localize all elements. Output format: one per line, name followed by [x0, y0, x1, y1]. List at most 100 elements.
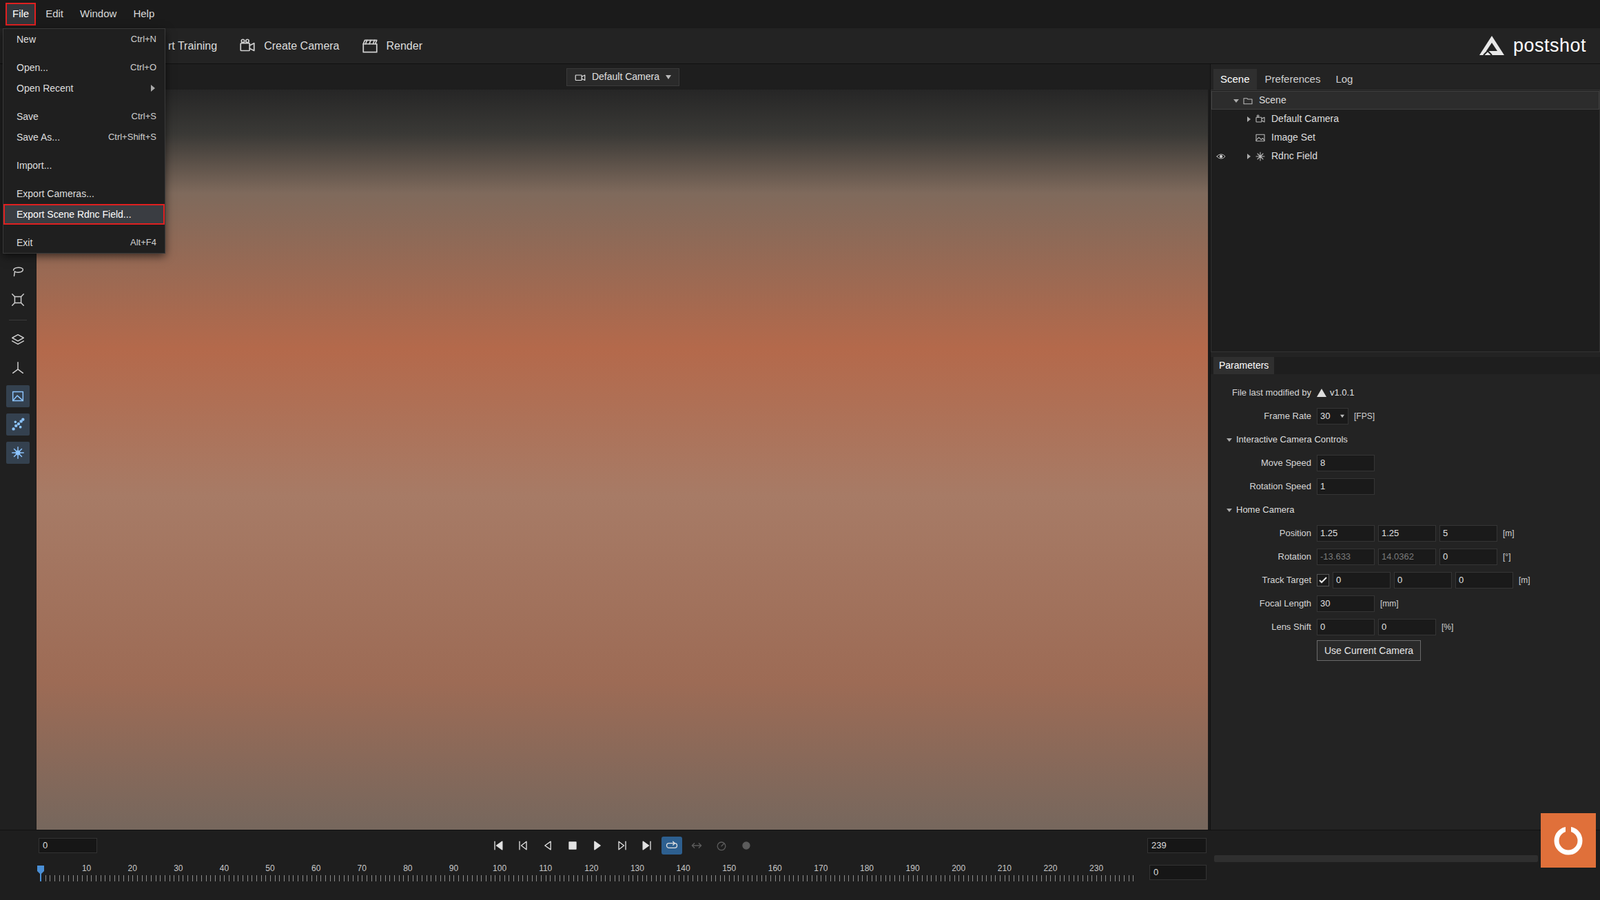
ruler-label: 130 [630, 862, 645, 875]
menu-item-frame: Help [126, 2, 162, 26]
number-field[interactable]: 0 [1455, 571, 1514, 589]
file-menu: NewCtrl+N Open...Ctrl+O Open Recent SaveCtr… [2, 28, 166, 254]
menu-item[interactable]: Edit [39, 4, 69, 25]
menu-entry-label: Open Recent [16, 81, 74, 96]
tool-button[interactable] [6, 356, 30, 379]
frame-field[interactable]: 0 [1149, 864, 1207, 880]
tree-row[interactable]: Image Set [1211, 128, 1600, 147]
number-field[interactable]: 0 [1393, 571, 1452, 589]
field-icon [1254, 150, 1269, 163]
number-field[interactable]: 0 [1378, 618, 1437, 636]
frame-rate-select[interactable]: 30 [1316, 407, 1349, 425]
tool-button[interactable] [6, 441, 30, 464]
number-field[interactable]: 1 [1316, 478, 1375, 495]
current-frame-field[interactable]: 0 [38, 837, 98, 854]
toolbar-button[interactable]: Render [359, 36, 423, 56]
ruler-label: 160 [768, 862, 783, 875]
tree-label: Image Set [1271, 130, 1316, 145]
number-field[interactable]: 0 [1439, 548, 1498, 566]
use-current-camera-button[interactable]: Use Current Camera [1316, 640, 1421, 661]
menu-entry[interactable]: ExitAlt+F4 [4, 233, 164, 252]
transport-button[interactable] [587, 836, 608, 855]
expanded-arrow-icon[interactable] [1232, 97, 1240, 105]
menu-entry[interactable]: Open...Ctrl+O [4, 58, 164, 77]
number-field[interactable]: 0 [1316, 618, 1375, 636]
tool-button[interactable] [6, 288, 30, 311]
transport-controls [97, 836, 1148, 855]
tree-row[interactable]: Default Camera [1211, 109, 1600, 129]
number-field[interactable]: 1.25 [1316, 525, 1375, 542]
panel-tab[interactable]: Log [1328, 68, 1360, 90]
transport-button[interactable] [487, 836, 509, 855]
expander [1242, 132, 1255, 144]
menu-bar: FileEditWindowHelp [0, 0, 1600, 29]
timeline: 0239102030405060708090100110120130140150… [0, 830, 1210, 900]
number-field[interactable]: 0 [1332, 571, 1391, 589]
menu-entry[interactable]: Open Recent [4, 79, 164, 98]
visibility-cell [1212, 149, 1230, 164]
collapsed-arrow-icon[interactable] [1245, 115, 1253, 123]
menu-entry-frame: ExitAlt+F4 [3, 232, 165, 253]
prev_key-icon [516, 838, 530, 853]
menu-item[interactable]: Window [74, 4, 122, 25]
section-arrow-icon[interactable] [1225, 506, 1233, 514]
number-field[interactable]: 8 [1316, 454, 1375, 472]
menu-entry[interactable]: Export Scene Rdnc Field... [4, 205, 164, 224]
menu-separator [3, 175, 165, 184]
menu-entry-frame: Export Cameras... [3, 183, 165, 204]
panel-tab[interactable]: Preferences [1258, 68, 1328, 90]
menu-item[interactable]: Help [127, 4, 160, 25]
parameter-row: Lens Shift00[%] [1210, 615, 1600, 639]
tool-button[interactable] [6, 328, 30, 351]
transport-button[interactable] [661, 836, 683, 855]
camera-bar: Default Camera [35, 64, 1210, 90]
unit-label: [m] [1518, 573, 1531, 587]
toolbar-button[interactable]: Create Camera [236, 36, 340, 56]
scrollbar[interactable] [1214, 855, 1538, 863]
eye-icon[interactable] [1214, 151, 1228, 162]
ruler-label: 90 [449, 862, 459, 875]
ruler-label: 180 [859, 862, 874, 875]
menu-item[interactable]: File [6, 4, 35, 25]
menu-entry[interactable]: NewCtrl+N [4, 30, 164, 49]
menu-entry[interactable]: Import... [4, 156, 164, 175]
transport-button[interactable] [512, 836, 534, 855]
parameter-value: -13.63314.03620[°] [1316, 548, 1511, 566]
number-field[interactable]: 30 [1316, 595, 1375, 612]
expander [1229, 95, 1243, 107]
menu-entry[interactable]: Save As...Ctrl+Shift+S [4, 128, 164, 147]
number-field[interactable]: 1.25 [1378, 525, 1437, 542]
visibility-cell [1212, 93, 1230, 108]
transport-button[interactable] [636, 836, 658, 855]
tool-button[interactable] [6, 413, 30, 436]
number-field[interactable]: 5 [1439, 525, 1498, 542]
camera-icon [1254, 113, 1269, 126]
checkbox[interactable] [1316, 573, 1330, 587]
transport-button[interactable] [537, 836, 559, 855]
section-arrow-icon[interactable] [1225, 436, 1233, 444]
tree-row[interactable]: Rdnc Field [1211, 146, 1600, 166]
transport-row: 0 239 [0, 833, 1210, 858]
parameter-label: Position [1210, 526, 1312, 541]
parameter-row: Frame Rate30[FPS] [1210, 404, 1600, 428]
ruler-ticks [40, 875, 1138, 882]
camera-dropdown[interactable]: Default Camera [566, 68, 680, 87]
ruler-label: 20 [128, 862, 138, 875]
tree-row[interactable]: Scene [1211, 90, 1600, 110]
end-frame-field[interactable]: 239 [1147, 837, 1207, 854]
menu-entry[interactable]: SaveCtrl+S [4, 107, 164, 126]
parameter-value: 1 [1316, 478, 1375, 495]
tool-button[interactable] [6, 385, 30, 408]
transport-button[interactable] [611, 836, 633, 855]
transport-button[interactable] [562, 836, 583, 855]
collapsed-arrow-icon[interactable] [1245, 152, 1253, 160]
timeline-area: 0239102030405060708090100110120130140150… [0, 829, 1600, 900]
menu-entry[interactable]: Export Cameras... [4, 184, 164, 203]
tool-button[interactable] [6, 260, 30, 283]
parameter-row: Rotation Speed1 [1210, 474, 1600, 499]
panel-tab[interactable]: Scene [1213, 68, 1257, 90]
menu-shortcut: Ctrl+O [130, 60, 157, 75]
parameter-label: Lens Shift [1210, 620, 1312, 634]
timeline-ruler[interactable]: 1020304050607080901001101201301401501601… [40, 862, 1138, 883]
playhead-icon[interactable] [36, 864, 45, 882]
